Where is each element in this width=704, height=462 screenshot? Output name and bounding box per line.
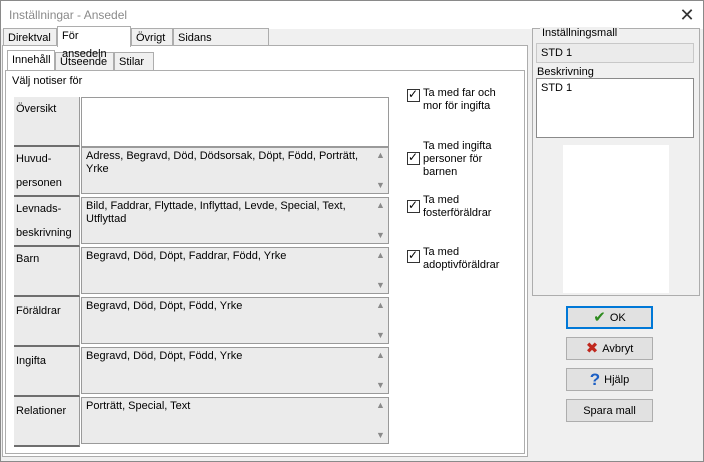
checkbox-box[interactable]: ✓ — [407, 87, 420, 102]
cancel-button[interactable]: ✖ Avbryt — [566, 337, 653, 360]
checkbox-box[interactable]: ✓ — [407, 150, 420, 165]
scrollbar[interactable]: ▲ ▼ — [373, 349, 387, 392]
checkmark-icon: ✔ — [593, 309, 606, 326]
row-label-oversikt: Översikt — [14, 97, 80, 147]
memo-relationer[interactable]: Porträtt, Special, Text ▲ ▼ — [81, 397, 389, 444]
scrollbar[interactable]: ▲ ▼ — [373, 149, 387, 192]
checkbox-adoptivforaldrar[interactable]: ✓ Ta med adoptivföräldrar — [407, 246, 505, 272]
checkbox-fosterforaldrar[interactable]: ✓ Ta med fosterföräldrar — [407, 194, 505, 220]
checkmark-icon: ✓ — [408, 248, 419, 262]
ok-button[interactable]: ✔ OK — [566, 306, 653, 329]
checkmark-icon: ✓ — [408, 198, 419, 212]
ok-label: OK — [609, 311, 626, 324]
scrollbar[interactable]: ▲ ▼ — [373, 399, 387, 442]
chevron-down-icon: ▼ — [376, 430, 385, 440]
memo-value: Begravd, Död, Döpt, Född, Yrke — [86, 300, 243, 312]
save-template-label: Spara mall — [583, 404, 636, 417]
checkmark-icon: ✓ — [408, 150, 419, 164]
checkbox-ingifta-barnen[interactable]: ✓ Ta med ingifta personer för barnen — [407, 140, 505, 179]
tab-innehall[interactable]: Innehåll — [7, 50, 55, 70]
chevron-up-icon: ▲ — [376, 350, 385, 360]
checkbox-label: Ta med adoptivföräldrar — [423, 246, 500, 271]
scrollbar[interactable]: ▲ ▼ — [373, 249, 387, 292]
chevron-down-icon: ▼ — [376, 230, 385, 240]
memo-value: Begravd, Död, Döpt, Faddrar, Född, Yrke — [86, 250, 287, 262]
memo-value: Porträtt, Special, Text — [86, 400, 191, 412]
memo-value: Bild, Faddrar, Flyttade, Inflyttad, Levd… — [86, 200, 346, 225]
memo-value: Adress, Begravd, Död, Dödsorsak, Döpt, F… — [86, 150, 359, 175]
chevron-up-icon: ▲ — [376, 150, 385, 160]
chevron-down-icon: ▼ — [376, 180, 385, 190]
chevron-up-icon: ▲ — [376, 250, 385, 260]
scrollbar[interactable]: ▲ ▼ — [373, 199, 387, 242]
memo-levnadsbeskrivning[interactable]: Bild, Faddrar, Flyttade, Inflyttad, Levd… — [81, 197, 389, 244]
overview-box[interactable] — [81, 97, 389, 147]
memo-barn[interactable]: Begravd, Död, Döpt, Faddrar, Född, Yrke … — [81, 247, 389, 294]
chevron-up-icon: ▲ — [376, 300, 385, 310]
template-value: STD 1 — [536, 43, 694, 63]
window-title: Inställningar - Ansedel — [9, 8, 128, 22]
cancel-label: Avbryt — [602, 342, 634, 355]
scrollbar[interactable]: ▲ ▼ — [373, 299, 387, 342]
tab-stilar[interactable]: Stilar — [114, 52, 154, 72]
section-label: Välj notiser för — [12, 75, 83, 87]
close-icon: ✕ — [679, 5, 695, 25]
checkbox-far-och-mor[interactable]: ✓ Ta med far och mor för ingifta — [407, 87, 505, 113]
preview-image — [563, 145, 669, 293]
help-label: Hjälp — [604, 373, 630, 386]
row-label-foraldrar: Föräldrar — [14, 297, 80, 347]
chevron-up-icon: ▲ — [376, 200, 385, 210]
checkbox-label: Ta med ingifta personer för barnen — [423, 140, 492, 178]
description-label: Beskrivning — [537, 66, 594, 78]
checkmark-icon: ✓ — [408, 87, 419, 101]
close-button[interactable]: ✕ — [675, 3, 699, 27]
description-field[interactable]: STD 1 — [536, 78, 694, 138]
row-label-barn: Barn — [14, 247, 80, 297]
chevron-up-icon: ▲ — [376, 400, 385, 410]
template-label: Inställningsmall — [540, 27, 620, 39]
tab-for-ansedeln[interactable]: För ansedeln — [57, 26, 131, 60]
row-label-huvudpersonen: Huvud- personen — [14, 147, 80, 197]
checkbox-label: Ta med fosterföräldrar — [423, 194, 492, 219]
red-x-icon: ✖ — [585, 340, 599, 357]
row-label-ingifta: Ingifta — [14, 347, 80, 397]
memo-ingifta[interactable]: Begravd, Död, Döpt, Född, Yrke ▲ ▼ — [81, 347, 389, 394]
help-button[interactable]: ? Hjälp — [566, 368, 653, 391]
memo-foraldrar[interactable]: Begravd, Död, Döpt, Född, Yrke ▲ ▼ — [81, 297, 389, 344]
title-bar: Inställningar - Ansedel ✕ — [1, 1, 703, 29]
row-label-levnadsbeskrivning: Levnads- beskrivning — [14, 197, 80, 247]
save-template-button[interactable]: Spara mall — [566, 399, 653, 422]
chevron-down-icon: ▼ — [376, 280, 385, 290]
question-mark-icon: ? — [589, 370, 601, 389]
checkbox-box[interactable]: ✓ — [407, 198, 420, 213]
memo-value: Begravd, Död, Döpt, Född, Yrke — [86, 350, 243, 362]
checkbox-box[interactable]: ✓ — [407, 248, 420, 263]
row-label-relationer: Relationer — [14, 397, 80, 447]
chevron-down-icon: ▼ — [376, 380, 385, 390]
memo-huvudpersonen[interactable]: Adress, Begravd, Död, Dödsorsak, Döpt, F… — [81, 147, 389, 194]
chevron-down-icon: ▼ — [376, 330, 385, 340]
checkbox-label: Ta med far och mor för ingifta — [423, 87, 496, 112]
